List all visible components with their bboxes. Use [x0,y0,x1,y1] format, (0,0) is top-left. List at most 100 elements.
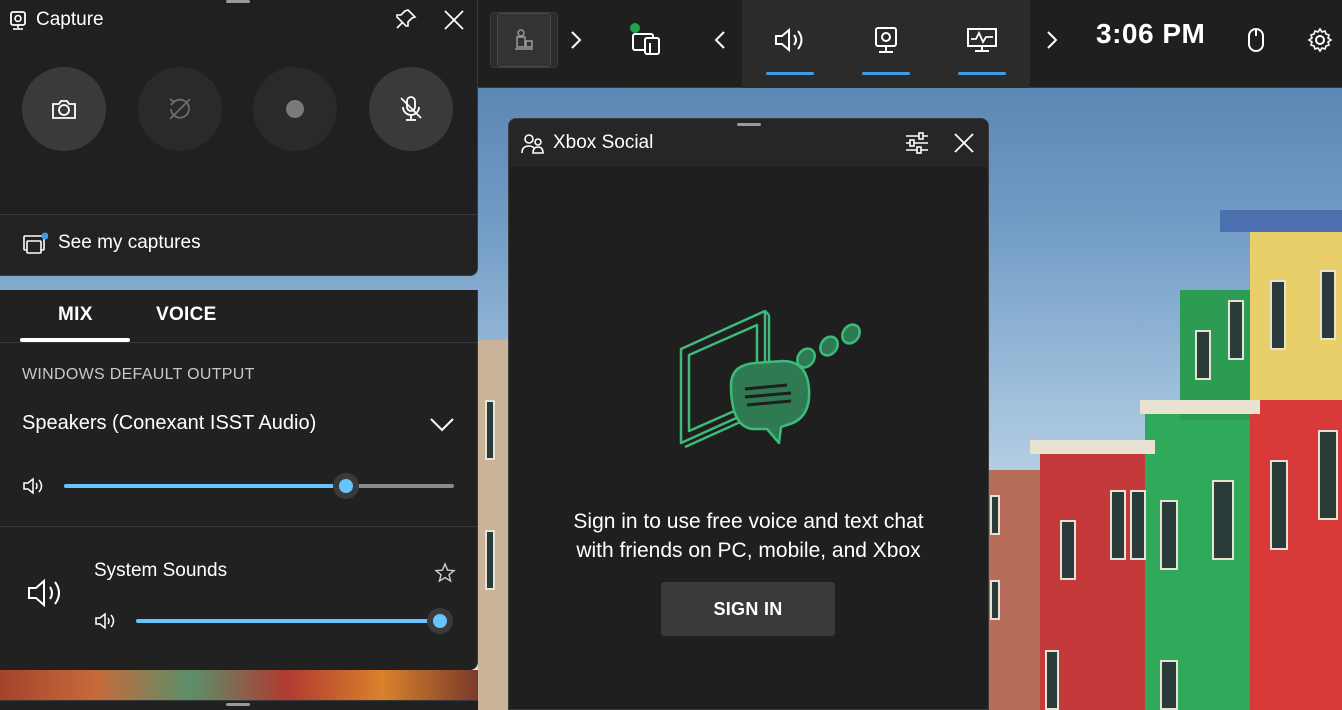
game-bar: 3:06 PM [228,0,1342,88]
sliders-icon [906,132,928,154]
capture-widget-indicator [862,72,910,75]
xbox-social-widget: Xbox Social Sign in to use free voice an… [508,118,989,710]
app-name: System Sounds [94,560,228,581]
roof-edge [1220,210,1342,232]
sign-in-button[interactable]: SIGN IN [661,582,835,636]
pinned-widgets-section [742,0,1030,88]
slider-thumb[interactable] [333,473,359,499]
slider-thumb[interactable] [427,608,453,634]
house-window [1160,500,1178,570]
house-window [990,580,1000,620]
close-button[interactable] [953,132,975,154]
settings-button[interactable] [1302,0,1338,80]
capture-widget: Capture See my captures [0,0,478,276]
house-window [1130,490,1146,560]
pinned-next-button[interactable] [1040,0,1064,80]
house-window [1212,480,1234,560]
panel-title: Xbox Social [553,132,654,153]
see-my-captures-link[interactable]: See my captures [0,214,477,275]
close-icon [954,133,974,153]
sign-in-message-line: Sign in to use free voice and text chat [573,510,924,533]
panel-title: Capture [36,9,104,30]
tab-mix[interactable]: MIX [58,304,93,326]
home-button[interactable] [490,12,558,68]
chat-bubble-illustration [679,309,861,449]
audio-widget: MIX VOICE WINDOWS DEFAULT OUTPUT Speaker… [0,290,478,670]
output-volume-slider[interactable] [64,473,454,499]
house-facade [478,340,508,710]
capture-icon [10,11,26,30]
divider [0,342,478,343]
panel-grip[interactable] [226,0,250,3]
chevron-left-icon [714,31,725,49]
home-button-inner [497,13,551,67]
chevron-down-icon [430,418,454,432]
mouse-button[interactable] [1240,0,1272,80]
friends-icon [521,134,544,154]
tab-voice[interactable]: VOICE [156,304,217,326]
collapsed-widget [0,700,478,710]
slider-fill [136,619,440,623]
audio-widget-button[interactable] [766,0,814,80]
output-section-label: WINDOWS DEFAULT OUTPUT [22,366,255,383]
house-window [1270,460,1288,550]
mic-off-icon [400,96,422,121]
capture-widget-button[interactable] [862,0,910,80]
filter-settings-button[interactable] [905,132,929,154]
output-device-dropdown[interactable] [428,414,456,436]
star-icon [434,562,456,583]
screenshot-button[interactable] [22,67,106,151]
see-my-captures-label: See my captures [58,232,201,253]
gear-icon [1307,27,1333,53]
roof-edge [1140,400,1260,414]
capture-icon [875,27,897,53]
chevron-right-icon [1047,31,1058,49]
performance-widget-indicator [958,72,1006,75]
app-speaker-icon [28,578,60,608]
record-last-disabled-icon [169,98,191,120]
volume-icon [95,612,115,630]
performance-widget-button[interactable] [958,0,1006,80]
house-window [1320,270,1336,340]
performance-monitor-icon [967,28,997,52]
microphone-toggle-button[interactable] [369,67,453,151]
camera-icon [52,100,76,119]
favorite-button[interactable] [434,562,456,584]
sign-in-message-line: with friends on PC, mobile, and Xbox [576,539,921,562]
close-button[interactable] [442,8,466,32]
house-window [1228,300,1244,360]
house-window [1270,280,1286,350]
sign-in-message: Sign in to use free voice and text chat … [509,507,988,565]
volume-icon [23,477,43,495]
clock-time: 3:06 PM [1096,18,1206,49]
house-window [1195,330,1211,380]
house-window [1110,490,1126,560]
close-icon [444,10,464,30]
app-volume-slider[interactable] [136,608,454,634]
record-icon [286,100,304,118]
panel-grip[interactable] [226,703,250,706]
widget-store-button[interactable] [618,0,674,80]
widget-gallery-icon [630,23,660,55]
widgets-next-button[interactable] [564,0,588,80]
panel-grip[interactable] [737,123,761,126]
record-last-30s-button[interactable] [138,67,222,151]
pin-icon [396,9,417,29]
output-device-select[interactable]: Speakers (Conexant ISST Audio) [22,412,316,435]
house-window [485,530,495,590]
roof-edge [1030,440,1155,454]
house-window [990,495,1000,535]
divider [0,526,478,527]
audio-widget-indicator [766,72,814,75]
widget-pieces-icon [515,29,533,50]
house-window [1045,650,1059,710]
record-button[interactable] [253,67,337,151]
house-window [485,400,495,460]
panel-header: Xbox Social [509,119,988,167]
slider-fill [64,484,346,488]
mouse-icon [1248,28,1264,52]
pin-button[interactable] [394,7,418,31]
speaker-icon [775,27,803,53]
chevron-right-icon [571,31,582,49]
widgets-prev-button[interactable] [708,0,732,80]
